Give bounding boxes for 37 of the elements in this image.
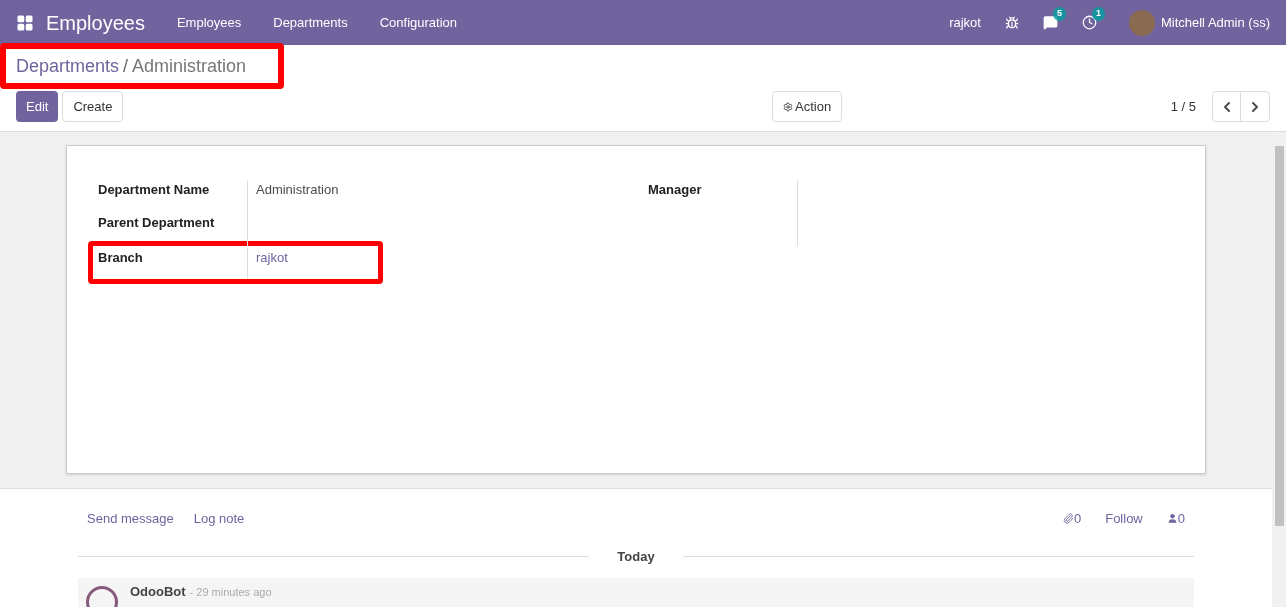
message-time: - 29 minutes ago — [189, 585, 272, 600]
breadcrumb-separator: / — [123, 54, 129, 78]
pager-value: 1 / 5 — [1170, 97, 1196, 116]
chat-bubble-icon[interactable] — [1042, 15, 1058, 30]
company-switcher[interactable]: rajkot — [949, 12, 981, 33]
scrollbar[interactable] — [1272, 132, 1286, 607]
message-author: OdooBot — [130, 583, 186, 601]
activity-count-badge: 1 — [1091, 7, 1105, 21]
clock-icon[interactable] — [1081, 15, 1097, 30]
field-label: Parent Department — [98, 213, 248, 246]
user-menu[interactable]: Mitchell Admin (ss) — [1160, 12, 1270, 33]
menu-item[interactable]: Departments — [273, 12, 348, 33]
field-value: rajkot — [255, 249, 288, 267]
field-value: Administration — [255, 181, 339, 199]
person-icon[interactable] — [1166, 513, 1178, 525]
edit-button[interactable]: Edit — [16, 91, 59, 122]
app-title[interactable]: Employees — [46, 7, 145, 38]
create-button[interactable]: Create — [62, 91, 124, 122]
action-button[interactable]: Action — [772, 91, 843, 122]
breadcrumb-link[interactable]: Departments — [16, 52, 120, 80]
follow-link[interactable]: Follow — [1105, 509, 1143, 529]
date-divider: Today — [616, 547, 656, 566]
send-message-link[interactable]: Send message — [87, 509, 174, 529]
follower-count[interactable]: 0 — [1177, 509, 1185, 529]
menu-item[interactable]: Configuration — [379, 12, 457, 33]
debug-bug-icon[interactable] — [1004, 15, 1019, 30]
apps-menu-icon[interactable] — [16, 13, 34, 32]
field-label: Manager — [648, 180, 798, 246]
log-note-link[interactable]: Log note — [193, 509, 245, 529]
breadcrumb-current: Administration — [132, 54, 247, 78]
attachment-count[interactable]: 0 — [1073, 509, 1082, 529]
field-label: Branch — [98, 248, 248, 279]
gear-icon — [783, 101, 793, 112]
paperclip-icon[interactable] — [1062, 513, 1074, 525]
message-count-badge: 5 — [1052, 7, 1066, 21]
field-label: Department Name — [98, 180, 248, 213]
menu-item[interactable]: Employees — [176, 12, 242, 33]
